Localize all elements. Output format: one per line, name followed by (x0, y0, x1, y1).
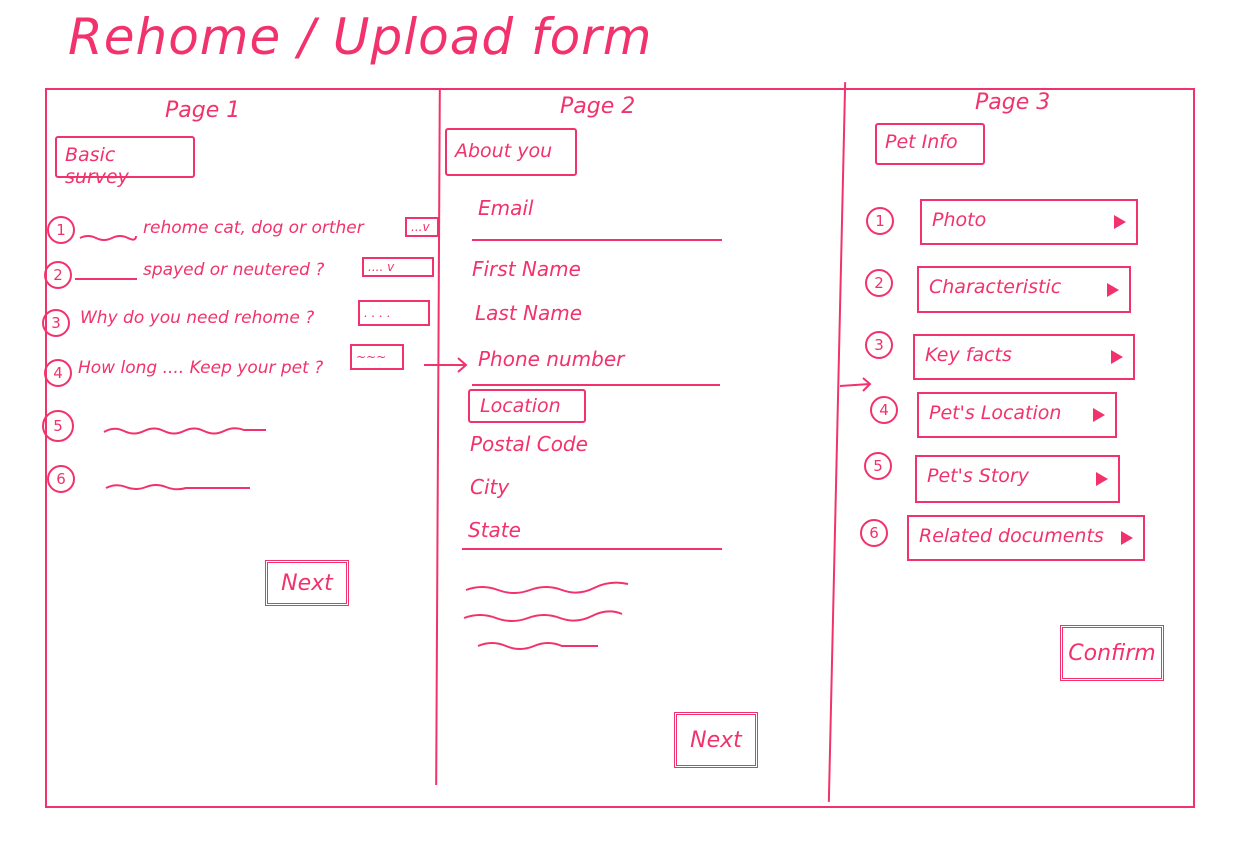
number-badge: 4 (870, 396, 898, 424)
blank-line (75, 278, 137, 280)
input-value: . . . . (364, 306, 391, 320)
row-label: Photo (932, 209, 987, 231)
state-label: State (468, 518, 521, 542)
number-badge: 5 (42, 410, 74, 442)
state-field[interactable] (462, 548, 722, 550)
question-2-dropdown[interactable]: .... v (362, 257, 434, 277)
page-2-heading: Page 2 (560, 94, 636, 119)
question-3-input[interactable]: . . . . (358, 300, 430, 326)
number-badge: 2 (44, 261, 72, 289)
related-documents-row[interactable]: Related documents (907, 515, 1145, 561)
question-1-dropdown[interactable]: ...v (405, 217, 439, 237)
question-2: spayed or neutered ? (143, 260, 325, 280)
blank-squiggle (79, 235, 137, 241)
basic-survey-section: Basic survey (55, 136, 195, 188)
confirm-button[interactable]: Confirm (1060, 625, 1164, 681)
postal-code-field[interactable]: Postal Code (470, 432, 588, 456)
number-badge: 6 (860, 519, 888, 547)
number-badge: 6 (47, 465, 75, 493)
page-2-next-button[interactable]: Next (674, 712, 758, 768)
number-badge: 1 (866, 207, 894, 235)
characteristic-row[interactable]: Characteristic (917, 266, 1131, 313)
page-3-heading: Page 3 (975, 90, 1051, 115)
input-value: ~~~ (356, 350, 387, 364)
play-arrow-icon (1096, 472, 1108, 486)
key-facts-row[interactable]: Key facts (913, 334, 1135, 380)
row-label: Pet's Location (929, 402, 1062, 424)
play-arrow-icon (1114, 215, 1126, 229)
play-arrow-icon (1107, 282, 1119, 297)
about-you-section: About you (445, 128, 577, 176)
pet-info-section: Pet Info (875, 123, 985, 165)
play-arrow-icon (1111, 350, 1123, 364)
page-1-heading: Page 1 (165, 98, 241, 123)
email-field[interactable] (472, 239, 722, 241)
number-badge: 3 (865, 331, 893, 359)
question-4-input[interactable]: ~~~ (350, 344, 404, 370)
city-field[interactable]: City (470, 475, 509, 499)
location-section: Location (468, 389, 586, 423)
dropdown-value: ...v (411, 220, 430, 234)
wireframe-frame (45, 88, 1195, 808)
pets-location-row[interactable]: Pet's Location (917, 392, 1117, 438)
number-badge: 4 (44, 359, 72, 387)
placeholder-squiggle (103, 427, 266, 435)
email-label: Email (478, 196, 534, 220)
first-name-field[interactable]: First Name (472, 257, 581, 281)
number-badge: 5 (864, 452, 892, 480)
row-label: Related documents (919, 525, 1104, 547)
row-label: Key facts (925, 344, 1012, 366)
page-1-next-button[interactable]: Next (265, 560, 349, 606)
number-badge: 1 (47, 216, 75, 244)
last-name-field[interactable]: Last Name (475, 301, 582, 325)
question-1: rehome cat, dog or orther (143, 218, 364, 238)
play-arrow-icon (1093, 408, 1105, 422)
dropdown-value: .... v (368, 260, 395, 274)
phone-number-field[interactable] (472, 384, 720, 386)
row-label: Pet's Story (927, 465, 1029, 487)
play-arrow-icon (1121, 531, 1133, 545)
number-badge: 3 (42, 309, 70, 337)
arrow-icon (424, 357, 468, 373)
row-label: Characteristic (929, 276, 1062, 298)
pets-story-row[interactable]: Pet's Story (915, 455, 1120, 503)
photo-row[interactable]: Photo (920, 199, 1138, 245)
arrow-icon (839, 377, 872, 392)
question-3: Why do you need rehome ? (80, 308, 315, 328)
number-badge: 2 (865, 269, 893, 297)
question-4: How long .... Keep your pet ? (78, 358, 324, 378)
page-title: Rehome / Upload form (68, 8, 653, 66)
placeholder-squiggle (105, 484, 250, 491)
placeholder-squiggles (463, 581, 629, 650)
phone-number-label: Phone number (478, 347, 625, 371)
